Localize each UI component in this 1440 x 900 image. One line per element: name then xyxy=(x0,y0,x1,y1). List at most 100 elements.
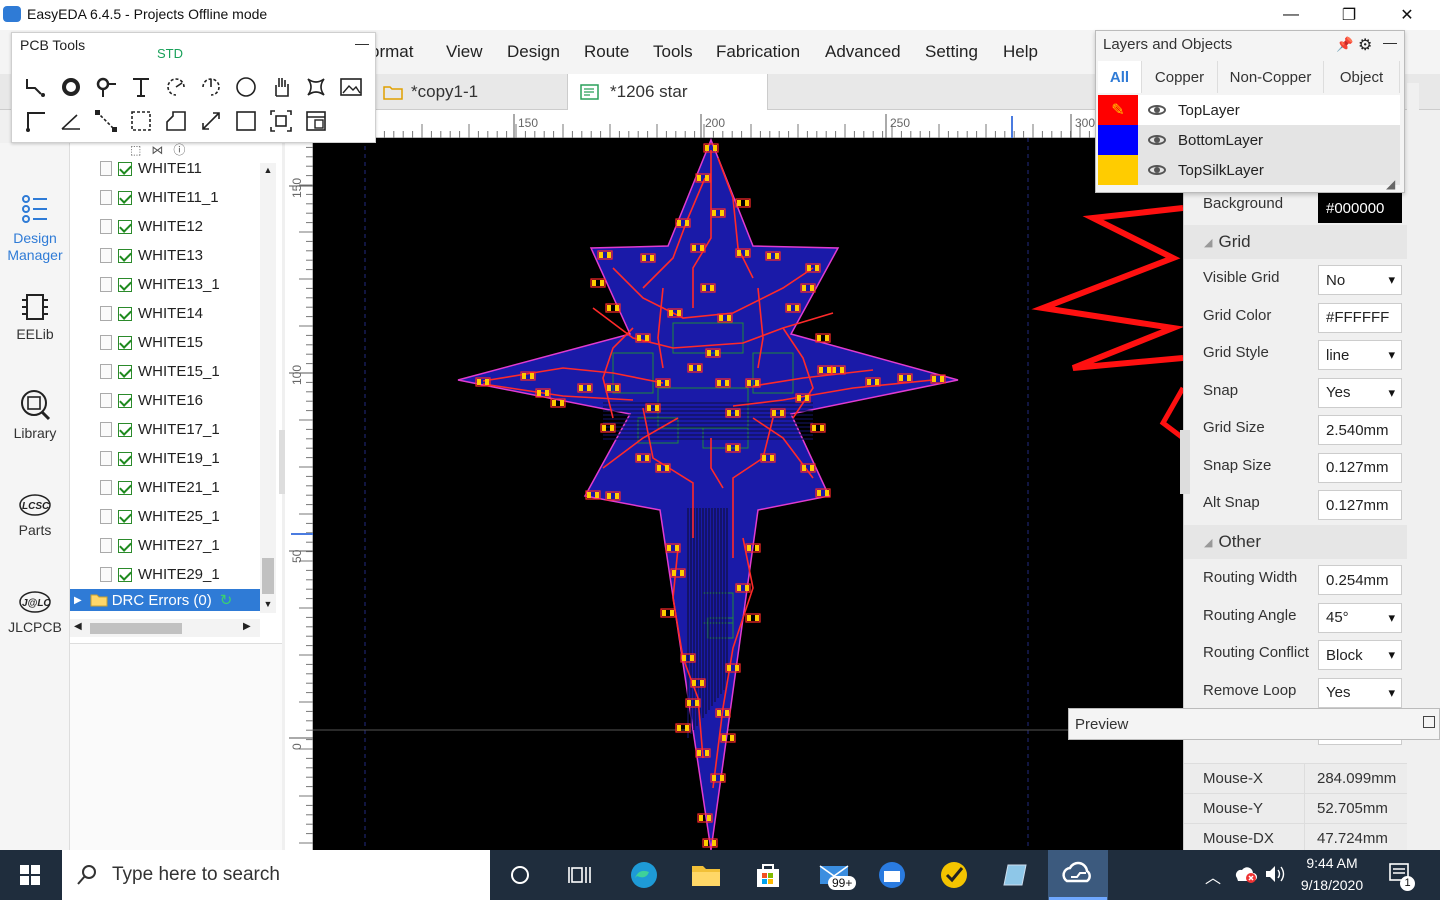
pcb-canvas[interactable] xyxy=(313,138,1183,850)
prop-select[interactable]: Block xyxy=(1318,640,1402,670)
task-view-icon[interactable] xyxy=(552,850,608,900)
maximize-preview-icon[interactable] xyxy=(1423,716,1435,728)
norton-icon[interactable] xyxy=(926,850,982,900)
show-hidden-icons-icon[interactable]: ︿ xyxy=(1205,864,1221,888)
layer-color-swatch[interactable] xyxy=(1098,125,1138,155)
connect-tool-icon[interactable] xyxy=(92,107,120,135)
other-section[interactable]: ◢ Other xyxy=(1184,525,1419,559)
store-icon[interactable] xyxy=(740,850,796,900)
prop-input[interactable]: #FFFFFF xyxy=(1318,302,1402,333)
nav-design-manager[interactable]: Design Manager xyxy=(0,193,70,264)
tree-item[interactable]: WHITE11_1 xyxy=(100,183,219,212)
visibility-checkbox[interactable] xyxy=(118,219,132,234)
layer-row-topsilklayer[interactable]: TopSilkLayer xyxy=(1098,155,1400,185)
menu-format[interactable]: ormat xyxy=(370,42,413,62)
group-tool-icon[interactable] xyxy=(267,107,295,135)
arc2-tool-icon[interactable] xyxy=(197,73,225,101)
tree-item[interactable]: WHITE11 xyxy=(100,154,202,183)
visibility-checkbox[interactable] xyxy=(118,277,132,292)
refresh-icon[interactable]: ↻ xyxy=(220,591,233,609)
layers-tab-all[interactable]: All xyxy=(1098,61,1142,93)
tab-copy1-1[interactable]: *copy1-1 xyxy=(375,74,568,110)
onedrive-error-icon[interactable] xyxy=(1234,864,1258,887)
tree-item[interactable]: WHITE13_1 xyxy=(100,270,220,299)
close-button[interactable]: ✕ xyxy=(1384,0,1430,30)
select-area-tool-icon[interactable] xyxy=(127,107,155,135)
nav-jlcpcb[interactable]: J@LC JLCPCB xyxy=(0,588,70,635)
prop-select[interactable]: 45° xyxy=(1318,602,1402,633)
text-tool-icon[interactable] xyxy=(127,73,155,101)
board-outline-tool-icon[interactable] xyxy=(162,107,190,135)
via-tool-icon[interactable] xyxy=(92,73,120,101)
layer-color-swatch[interactable] xyxy=(1098,155,1138,185)
hand-tool-icon[interactable] xyxy=(267,73,295,101)
prop-input[interactable]: 0.127mm xyxy=(1318,490,1402,520)
visibility-checkbox[interactable] xyxy=(118,509,132,524)
preview-panel[interactable]: Preview xyxy=(1068,708,1440,740)
file-explorer-icon[interactable] xyxy=(678,850,734,900)
dimension-tool-icon[interactable] xyxy=(22,107,50,135)
measure-tool-icon[interactable] xyxy=(197,107,225,135)
menu-route[interactable]: Route xyxy=(584,42,629,62)
tree-item[interactable]: WHITE14 xyxy=(100,299,203,328)
notes-app-icon[interactable] xyxy=(988,850,1044,900)
right-splitter[interactable] xyxy=(1180,430,1190,494)
circle-tool-icon[interactable] xyxy=(232,73,260,101)
prop-input[interactable]: 2.540mm xyxy=(1318,415,1402,445)
scroll-thumb[interactable] xyxy=(262,558,274,594)
drc-errors-row[interactable]: ▶ DRC Errors (0) ↻ xyxy=(70,589,260,611)
layer-row-toplayer[interactable]: ✎ TopLayer xyxy=(1098,95,1400,125)
prop-input[interactable]: 0.127mm xyxy=(1318,452,1402,483)
visibility-checkbox[interactable] xyxy=(118,567,132,582)
visibility-checkbox[interactable] xyxy=(118,248,132,263)
eye-icon[interactable] xyxy=(1148,135,1166,145)
visibility-checkbox[interactable] xyxy=(118,480,132,495)
menu-design[interactable]: Design xyxy=(507,42,560,62)
cortana-icon[interactable] xyxy=(492,850,548,900)
collapse-icon[interactable]: — xyxy=(1383,34,1397,50)
visibility-checkbox[interactable] xyxy=(118,190,132,205)
volume-icon[interactable] xyxy=(1264,864,1288,887)
hscroll-thumb[interactable] xyxy=(90,623,182,634)
visibility-checkbox[interactable] xyxy=(118,451,132,466)
eye-icon[interactable] xyxy=(1148,165,1166,175)
image-tool-icon[interactable] xyxy=(337,73,365,101)
clock-date[interactable]: 9/18/2020 xyxy=(1292,877,1372,893)
nav-parts[interactable]: LCSC Parts xyxy=(0,491,70,538)
tree-item[interactable]: WHITE29_1 xyxy=(100,560,220,589)
maximize-button[interactable]: ❐ xyxy=(1326,0,1372,30)
menu-tools[interactable]: Tools xyxy=(653,42,693,62)
angle-tool-icon[interactable] xyxy=(57,107,85,135)
mail-icon[interactable]: 99+ xyxy=(806,850,862,900)
tree-item[interactable]: WHITE16 xyxy=(100,386,203,415)
visibility-checkbox[interactable] xyxy=(118,335,132,350)
prop-select[interactable]: Yes xyxy=(1318,377,1402,408)
prop-select[interactable]: line xyxy=(1318,340,1402,370)
eye-icon[interactable] xyxy=(1148,105,1166,115)
nav-library[interactable]: Library xyxy=(0,388,70,441)
clock-time[interactable]: 9:44 AM xyxy=(1297,855,1367,871)
layers-tab-object[interactable]: Object xyxy=(1324,61,1400,93)
nav-eelib[interactable]: EELib xyxy=(0,291,70,342)
tree-item[interactable]: WHITE21_1 xyxy=(100,473,220,502)
visibility-checkbox[interactable] xyxy=(118,393,132,408)
menu-help[interactable]: Help xyxy=(1003,42,1038,62)
track-tool-icon[interactable] xyxy=(22,73,50,101)
pad-tool-icon[interactable] xyxy=(57,73,85,101)
visibility-checkbox[interactable] xyxy=(118,364,132,379)
grid-section[interactable]: ◢ Grid xyxy=(1184,225,1419,259)
thunderbird-icon[interactable] xyxy=(864,850,920,900)
tree-scrollbar[interactable]: ▲ ▼ xyxy=(260,163,276,613)
scroll-down-icon[interactable]: ▼ xyxy=(260,599,276,609)
visibility-checkbox[interactable] xyxy=(118,161,132,176)
prop-select[interactable]: Yes xyxy=(1318,677,1402,708)
visibility-checkbox[interactable] xyxy=(118,306,132,321)
scroll-left-icon[interactable]: ◀ xyxy=(74,621,82,632)
taskbar-search[interactable]: Type here to search xyxy=(62,850,490,900)
tab-1206-star[interactable]: *1206 star xyxy=(568,74,768,110)
resize-grip-icon[interactable]: ◢ xyxy=(1386,177,1395,191)
windows-start-icon[interactable] xyxy=(2,850,58,900)
menu-fabrication[interactable]: Fabrication xyxy=(716,42,800,62)
minimize-button[interactable]: — xyxy=(1268,0,1314,30)
copper-area-tool-icon[interactable] xyxy=(302,73,330,101)
